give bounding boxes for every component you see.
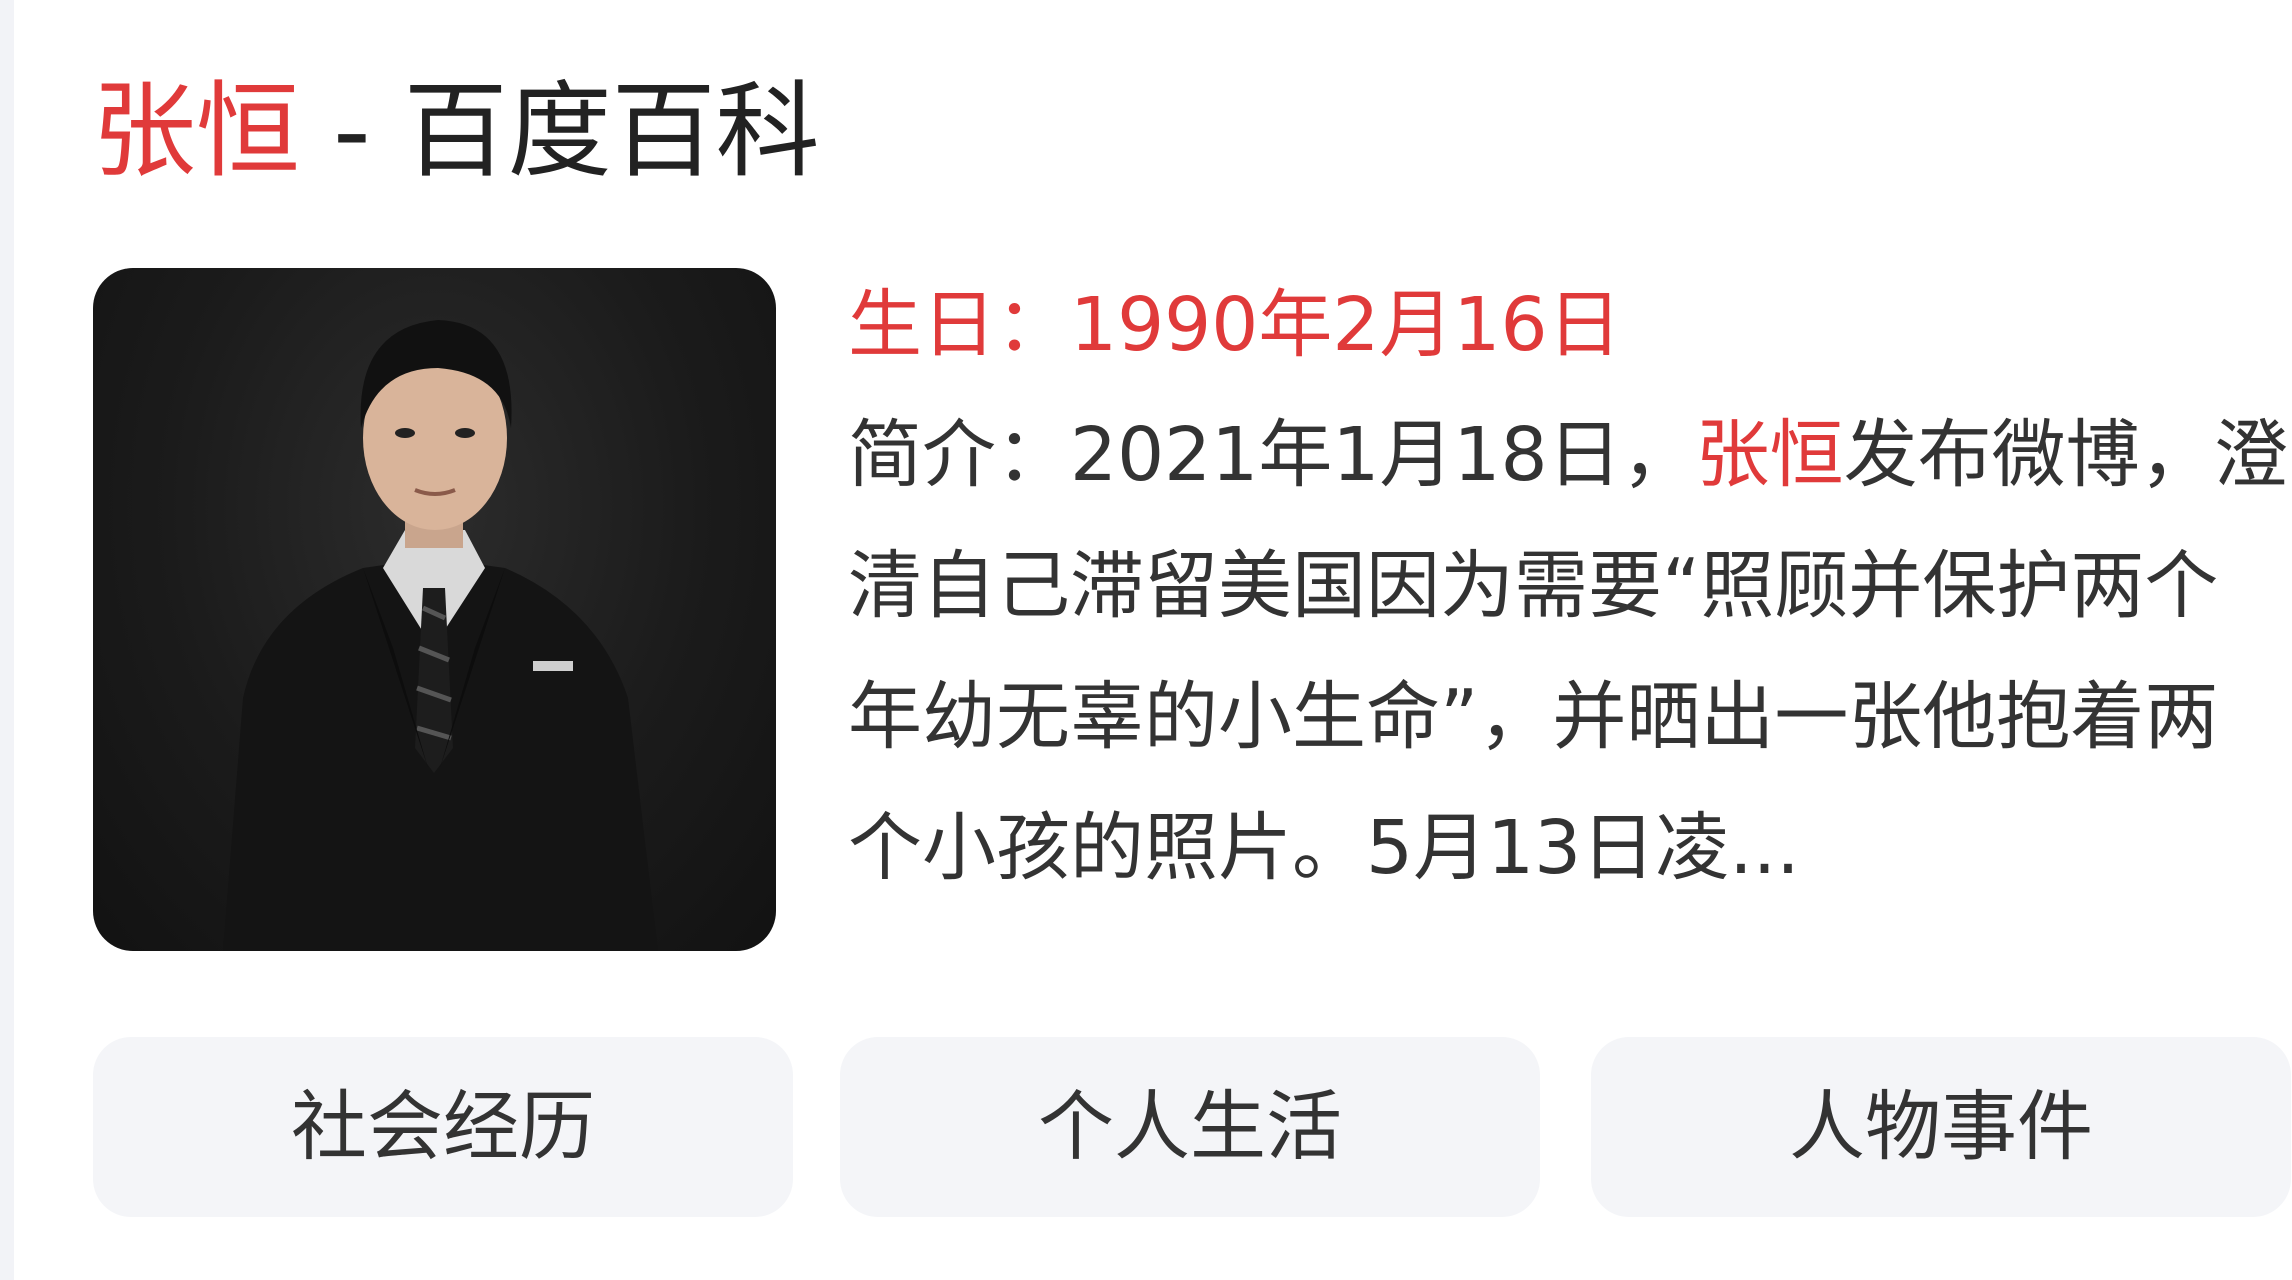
birthday-label: 生日： [848, 282, 1070, 368]
profile-photo[interactable] [93, 268, 776, 951]
title-keyword: 张恒 [92, 70, 301, 192]
tab-personal-life[interactable]: 个人生活 [840, 1037, 1540, 1217]
summary-text: 简介：2021年1月18日，张恒发布微博，澄清自己滞留美国因为需要“照顾并保护两… [848, 390, 2288, 914]
birthday-value: 1990年2月16日 [1070, 282, 1622, 368]
birthday-line: 生日：1990年2月16日 [848, 260, 2288, 390]
result-title-link[interactable]: 张恒 - 百度百科 [92, 66, 820, 196]
summary-part1: 2021年1月18日， [1070, 412, 1696, 498]
summary-label: 简介： [848, 412, 1070, 498]
tab-events[interactable]: 人物事件 [1591, 1037, 2291, 1217]
profile-info: 生日：1990年2月16日 简介：2021年1月18日，张恒发布微博，澄清自己滞… [848, 260, 2288, 914]
section-tabs: 社会经历 个人生活 人物事件 [93, 1037, 2292, 1217]
left-edge-divider [0, 0, 14, 1280]
tab-social-experience[interactable]: 社会经历 [93, 1037, 793, 1217]
title-source: - 百度百科 [300, 70, 820, 192]
summary-keyword: 张恒 [1695, 412, 1844, 498]
person-portrait-image [223, 320, 658, 951]
